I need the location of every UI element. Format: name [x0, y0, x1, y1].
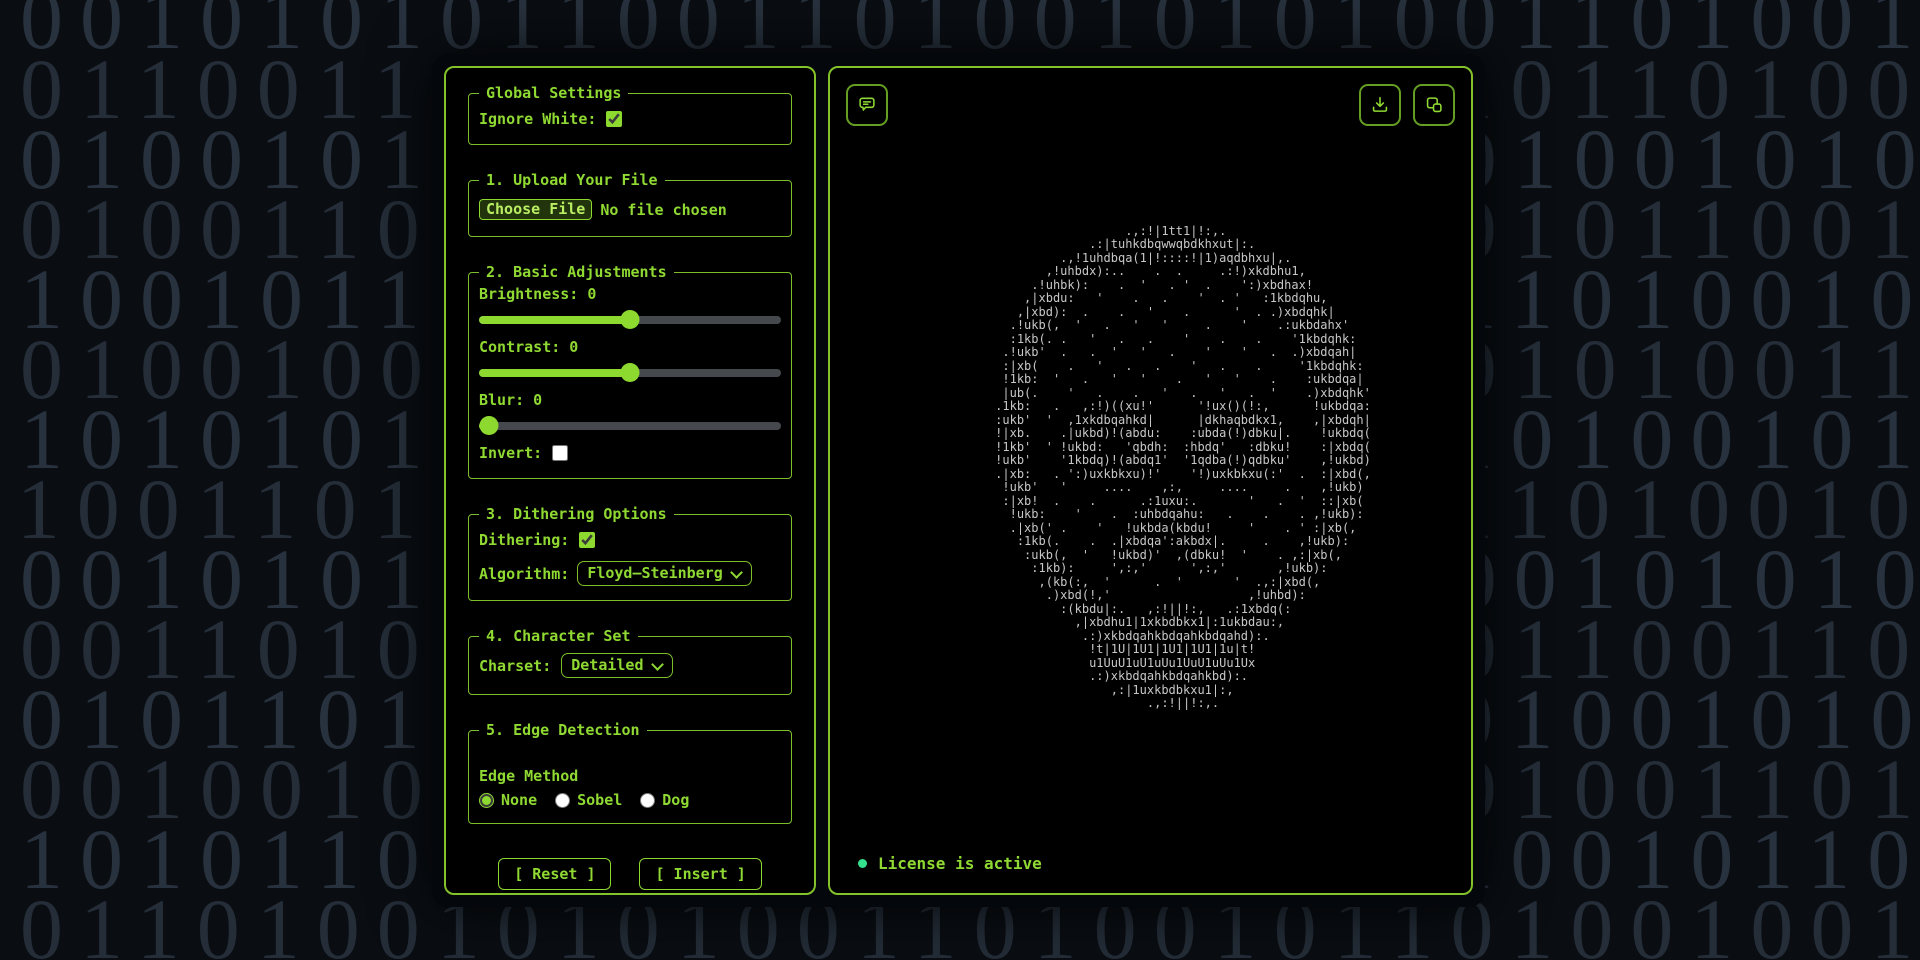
charset-select[interactable]: Detailed [561, 653, 673, 678]
dithering-legend: 3. Dithering Options [479, 505, 674, 523]
edge-method-radio-dog[interactable] [640, 793, 655, 808]
algorithm-label: Algorithm: [479, 565, 569, 583]
license-status-dot [858, 859, 867, 868]
invert-label: Invert: [479, 444, 542, 462]
dithering-label: Dithering: [479, 531, 569, 549]
invert-checkbox[interactable] [552, 445, 568, 461]
dithering-checkbox[interactable] [579, 532, 595, 548]
edge-method-option-dog[interactable]: Dog [640, 791, 689, 809]
settings-panel: Global Settings Ignore White: 1. Upload … [444, 66, 816, 895]
preview-panel: .,:!|1tt1|!:,. .:|tuhkdbqwwqbdkhxut|:. .… [828, 66, 1473, 895]
actions-row: [ Reset ] [ Insert ] [468, 850, 792, 895]
basic-adjustments-legend: 2. Basic Adjustments [479, 263, 674, 281]
ignore-white-checkbox[interactable] [606, 111, 622, 127]
preview-toolbar [1359, 84, 1455, 126]
edge-method-radio-group: None Sobel Dog [479, 791, 781, 809]
reset-button[interactable]: [ Reset ] [498, 858, 611, 890]
charset-legend: 4. Character Set [479, 627, 638, 645]
blur-slider[interactable] [479, 416, 781, 435]
brightness-label: Brightness: 0 [479, 285, 781, 303]
download-icon [1369, 94, 1391, 116]
blur-label: Blur: 0 [479, 391, 781, 409]
charset-label: Charset: [479, 657, 551, 675]
edge-method-radio-none[interactable] [479, 793, 494, 808]
download-button[interactable] [1359, 84, 1401, 126]
feedback-button[interactable] [846, 84, 888, 126]
copy-button[interactable] [1413, 84, 1455, 126]
edge-detection-legend: 5. Edge Detection [479, 721, 647, 739]
upload-section: 1. Upload Your File Choose File No file … [468, 171, 792, 237]
sliders-container: Brightness: 0 Contrast: 0 Blur: 0 [479, 285, 781, 435]
file-chosen-text: No file chosen [600, 201, 726, 219]
edge-method-option-label: Dog [662, 791, 689, 809]
chat-icon [856, 94, 878, 116]
algorithm-select[interactable]: Floyd–Steinberg [577, 561, 752, 586]
basic-adjustments-section: 2. Basic Adjustments Brightness: 0 Contra… [468, 263, 792, 479]
ascii-art-preview: .,:!|1tt1|!:,. .:|tuhkdbqwwqbdkhxut|:. .… [930, 225, 1371, 711]
edge-method-option-label: Sobel [577, 791, 622, 809]
brightness-slider[interactable] [479, 310, 781, 329]
charset-select-wrap: Detailed [561, 653, 673, 678]
ignore-white-label: Ignore White: [479, 110, 596, 128]
upload-legend: 1. Upload Your File [479, 171, 665, 189]
algorithm-select-wrap: Floyd–Steinberg [577, 561, 752, 586]
global-settings-legend: Global Settings [479, 84, 628, 102]
edge-method-option-none[interactable]: None [479, 791, 537, 809]
license-status: License is active [858, 854, 1042, 873]
contrast-slider[interactable] [479, 363, 781, 382]
license-status-text: License is active [878, 854, 1042, 873]
edge-method-option-sobel[interactable]: Sobel [555, 791, 622, 809]
contrast-label: Contrast: 0 [479, 338, 781, 356]
edge-method-radio-sobel[interactable] [555, 793, 570, 808]
copy-icon [1423, 94, 1445, 116]
edge-detection-section: 5. Edge Detection Edge Method None Sobel D… [468, 721, 792, 824]
insert-button[interactable]: [ Insert ] [639, 858, 761, 890]
charset-section: 4. Character Set Charset: Detailed [468, 627, 792, 695]
edge-method-option-label: None [501, 791, 537, 809]
dithering-section: 3. Dithering Options Dithering: Algorith… [468, 505, 792, 601]
choose-file-button[interactable]: Choose File [479, 199, 592, 220]
app-window: Global Settings Ignore White: 1. Upload … [432, 54, 1485, 907]
global-settings-section: Global Settings Ignore White: [468, 84, 792, 145]
edge-method-label: Edge Method [479, 767, 781, 785]
